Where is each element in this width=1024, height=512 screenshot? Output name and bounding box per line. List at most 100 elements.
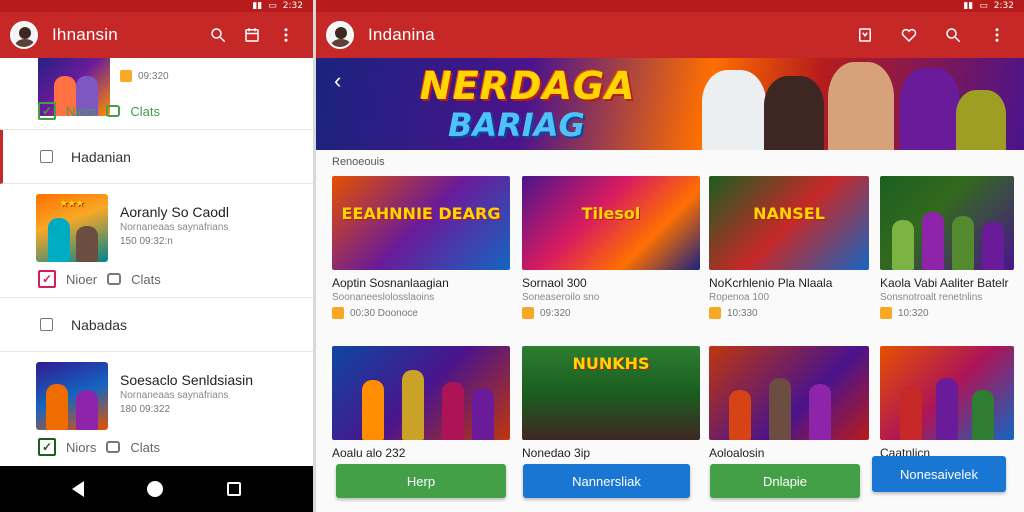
item-actions: ✓ Nioer Clats [38, 270, 161, 288]
herp-button[interactable]: Herp [336, 464, 506, 498]
section-row[interactable]: Nabadas [0, 298, 313, 352]
card-title: Aoptin Sosnanlaagian [332, 276, 449, 290]
more-vert-icon[interactable] [269, 18, 303, 52]
game-card[interactable]: Tilesol Sornaol 300 Soneaseroilo sno 09:… [522, 176, 700, 319]
game-card[interactable]: Caatnlicn [880, 346, 1014, 460]
section-row[interactable]: Hadanian [0, 130, 313, 184]
character-figure [76, 226, 98, 262]
thumbnail-text: ★★★ [59, 198, 85, 208]
app-bar: Indanina [316, 12, 1024, 58]
clock-icon [332, 307, 344, 319]
character-figure [442, 382, 464, 440]
heart-icon[interactable] [892, 18, 926, 52]
chat-icon[interactable] [106, 105, 121, 117]
item-meta: 150 09:32:n [120, 236, 173, 247]
item-actions: ✓ Niors Clats [38, 438, 160, 456]
status-time: 2:32 [993, 1, 1014, 11]
hero-figure [764, 76, 824, 150]
section-label: Nabadas [71, 316, 128, 333]
check-icon[interactable]: ✓ [38, 270, 56, 288]
character-figure [76, 390, 98, 430]
game-thumbnail: Tilesol [522, 176, 700, 270]
list-item[interactable]: ★★★ Aoranly So Caodl Nornaneaas saynafri… [0, 184, 313, 298]
character-figure [972, 390, 994, 440]
card-subtitle: Sonsnotroalt renetnlins [880, 292, 983, 303]
clock-icon [709, 307, 721, 319]
signal-icon: ▮▮ [252, 1, 263, 11]
hero-figure [828, 62, 894, 150]
item-title: Soesaclo Senldsiasin [120, 372, 254, 388]
thumbnail-text: NUNKHS [572, 354, 650, 373]
search-icon[interactable] [936, 18, 970, 52]
battery-icon: ▭ [979, 1, 988, 11]
nannersliak-button[interactable]: Nannersliak [523, 464, 690, 498]
game-thumbnail [36, 362, 108, 430]
game-thumbnail: NANSEL [709, 176, 869, 270]
avatar[interactable] [326, 21, 354, 49]
right-tablet-screen: ▮▮ ▭ 2:32 Indanina ‹ NERDAGA BARIAG Reno… [316, 0, 1024, 512]
card-title: NoKcrhlenio Pla Nlaala [709, 276, 833, 290]
character-figure [769, 378, 791, 440]
game-thumbnail [709, 346, 869, 440]
card-meta: 00:30 Doonoce [332, 307, 510, 319]
dnlapie-button[interactable]: Dnlapie [710, 464, 860, 498]
character-figure [952, 216, 974, 270]
item-actions: ✓ Niors Clats [38, 102, 160, 120]
content-list: 09:320 ✓ Niors Clats Hadanian ★★★ Aoranl… [0, 58, 313, 466]
clock-icon [120, 70, 132, 82]
game-card[interactable]: NANSEL NoKcrhlenio Pla Nlaala Ropenoa 10… [709, 176, 869, 319]
game-card[interactable]: NUNKHS Nonedao 3ip [522, 346, 700, 460]
chat-icon[interactable] [106, 441, 121, 453]
card-meta: 10:320 [880, 307, 1014, 319]
back-icon[interactable] [71, 481, 84, 497]
chat-icon[interactable] [107, 273, 122, 285]
status-time: 2:32 [282, 1, 303, 11]
thumbnail-text: EEAHNNIE DEARG [341, 204, 501, 224]
list-item[interactable]: 09:320 ✓ Niors Clats [0, 58, 313, 130]
item-meta: 180 09:322 [120, 404, 171, 415]
featured-banner[interactable]: ‹ NERDAGA BARIAG [316, 58, 1024, 150]
item-subtitle: Nornaneaas saynafrians [120, 222, 229, 233]
banner-title: NERDAGA [420, 64, 636, 108]
status-bar: ▮▮ ▭ 2:32 [316, 0, 1024, 12]
item-title: Aoranly So Caodl [120, 204, 229, 220]
character-figure [892, 220, 914, 270]
nonesaivelek-button[interactable]: Nonesaivelek [872, 456, 1006, 492]
check-label: Nioer [66, 271, 98, 287]
section-icon [40, 150, 53, 163]
check-label: Niors [66, 103, 97, 119]
game-card[interactable]: Kaola Vabi Aaliter Batelr Sonsnotroalt r… [880, 176, 1014, 319]
clock-icon [880, 307, 892, 319]
bookmark-icon[interactable] [848, 18, 882, 52]
more-vert-icon[interactable] [980, 18, 1014, 52]
banner-subtitle: BARIAG [448, 106, 585, 144]
game-thumbnail: EEAHNNIE DEARG [332, 176, 510, 270]
card-subtitle: Ropenoa 100 [709, 292, 770, 303]
card-subtitle: Soneaseroilo sno [522, 292, 600, 303]
character-figure [900, 386, 922, 440]
left-phone-screen: ▮▮ ▭ 2:32 Ihnansin 09:320 ✓ Niors Clats … [0, 0, 313, 512]
clock-icon [522, 307, 534, 319]
list-item[interactable]: Soesaclo Senldsiasin Nornaneaas saynafri… [0, 352, 313, 466]
battery-icon: ▭ [268, 1, 277, 11]
chat-label: Clats [130, 439, 160, 455]
character-figure [922, 212, 944, 270]
check-icon[interactable]: ✓ [38, 102, 56, 120]
check-label: Niors [66, 439, 97, 455]
status-bar: ▮▮ ▭ 2:32 [0, 0, 313, 12]
character-figure [362, 380, 384, 440]
character-figure [402, 370, 424, 440]
game-card[interactable]: Aoalu alo 232 [332, 346, 510, 460]
game-card[interactable]: Aoloalosin [709, 346, 869, 460]
game-thumbnail [880, 346, 1014, 440]
character-figure [936, 378, 958, 440]
avatar[interactable] [10, 21, 38, 49]
game-card[interactable]: EEAHNNIE DEARG Aoptin Sosnanlaagian Soon… [332, 176, 510, 319]
calendar-icon[interactable] [235, 18, 269, 52]
search-icon[interactable] [201, 18, 235, 52]
check-icon[interactable]: ✓ [38, 438, 56, 456]
back-arrow-icon[interactable]: ‹ [334, 68, 341, 94]
hero-figure [900, 68, 960, 150]
home-icon[interactable] [147, 481, 164, 497]
recent-apps-icon[interactable] [227, 482, 242, 496]
